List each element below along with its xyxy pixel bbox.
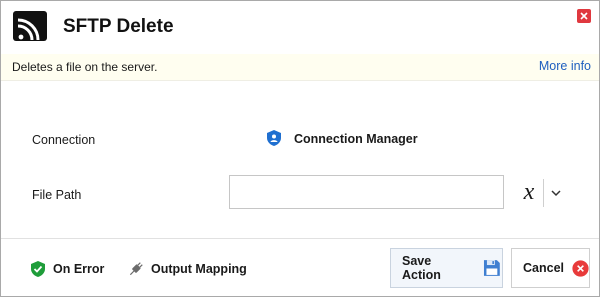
close-icon: [580, 12, 588, 20]
chevron-down-icon[interactable]: [549, 186, 563, 200]
floppy-disk-icon: [484, 260, 501, 276]
sftp-delete-dialog: SFTP Delete Deletes a file on the server…: [0, 0, 600, 297]
more-info-link[interactable]: More info: [539, 59, 591, 73]
footer-divider: [1, 238, 599, 239]
action-description: Deletes a file on the server.: [12, 60, 158, 74]
expression-button[interactable]: x: [517, 179, 541, 207]
on-error-label: On Error: [53, 262, 105, 276]
save-action-button[interactable]: Save Action: [390, 248, 503, 288]
file-path-label: File Path: [32, 188, 82, 202]
connection-manager-value[interactable]: Connection Manager: [294, 132, 418, 146]
info-bar: Deletes a file on the server. More info: [1, 54, 599, 81]
close-button[interactable]: [577, 9, 591, 23]
on-error-button[interactable]: On Error: [29, 259, 104, 279]
cancel-button[interactable]: Cancel: [511, 248, 590, 288]
save-action-label: Save Action: [402, 254, 441, 282]
output-mapping-label: Output Mapping: [151, 262, 247, 276]
plug-icon: [129, 262, 143, 276]
dialog-header: SFTP Delete: [1, 1, 599, 53]
cancel-label: Cancel: [523, 261, 564, 275]
divider: [543, 179, 544, 207]
sftp-signal-icon: [13, 11, 47, 41]
close-circle-icon: [572, 259, 589, 277]
output-mapping-button[interactable]: Output Mapping: [127, 259, 247, 279]
shield-check-icon: [31, 261, 45, 277]
connection-label: Connection: [32, 133, 96, 147]
connection-shield-icon[interactable]: [265, 129, 283, 147]
dialog-title: SFTP Delete: [63, 16, 174, 37]
file-path-input[interactable]: [229, 175, 504, 209]
